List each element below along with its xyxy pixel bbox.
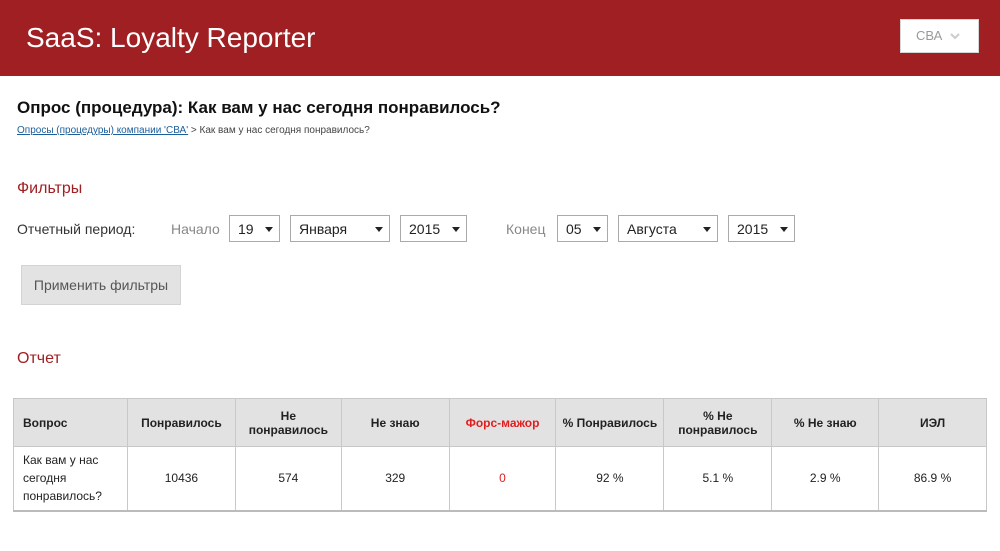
dropdown-arrow-icon — [703, 227, 711, 232]
cell-question: Как вам у нас сегодня понравилось? — [13, 446, 128, 511]
end-day-select[interactable]: 05 — [557, 215, 608, 242]
breadcrumb-separator: > — [188, 125, 200, 136]
cell-iel: 86.9 % — [878, 446, 987, 511]
column-header-pct-dont-know: % Не знаю — [771, 398, 880, 447]
start-year-value: 2015 — [409, 221, 441, 237]
filters-title: Фильтры — [17, 180, 83, 197]
start-day-value: 19 — [238, 221, 254, 237]
column-header-disliked: Не понравилось — [234, 398, 342, 447]
cell-liked: 10436 — [126, 446, 236, 511]
column-header-pct-disliked: % Не понравилось — [663, 398, 773, 447]
top-bar: SaaS: Loyalty Reporter СВА — [0, 0, 1000, 76]
report-title: Отчет — [17, 350, 61, 367]
cell-pct-dont-know: 2.9 % — [771, 446, 880, 511]
cell-pct-liked: 92 % — [555, 446, 665, 511]
start-month-value: Января — [299, 221, 348, 237]
period-label: Отчетный период: — [17, 221, 136, 237]
breadcrumb: Опросы (процедуры) компании 'СВА' > Как … — [17, 125, 370, 136]
apply-filters-button[interactable]: Применить фильтры — [21, 265, 181, 305]
cell-dont-know: 329 — [340, 446, 450, 511]
column-header-force-majeure: Форс-мажор — [448, 398, 557, 447]
end-year-select[interactable]: 2015 — [728, 215, 795, 242]
start-month-select[interactable]: Января — [290, 215, 390, 242]
breadcrumb-link-surveys[interactable]: Опросы (процедуры) компании 'СВА' — [17, 125, 188, 136]
dropdown-arrow-icon — [452, 227, 460, 232]
end-year-value: 2015 — [737, 221, 769, 237]
end-label: Конец — [506, 221, 546, 237]
start-label: Начало — [171, 221, 220, 237]
report-table: Вопрос Понравилось Не понравилось Не зна… — [13, 398, 987, 512]
dropdown-arrow-icon — [593, 227, 601, 232]
column-header-dont-know: Не знаю — [340, 398, 450, 447]
table-row: Как вам у нас сегодня понравилось? 10436… — [13, 446, 987, 511]
dropdown-arrow-icon — [375, 227, 383, 232]
cell-disliked: 574 — [234, 446, 342, 511]
dropdown-arrow-icon — [265, 227, 273, 232]
table-header-row: Вопрос Понравилось Не понравилось Не зна… — [13, 398, 987, 447]
column-header-pct-liked: % Понравилось — [555, 398, 665, 447]
end-month-select[interactable]: Августа — [618, 215, 718, 242]
company-select-value: СВА — [916, 28, 943, 43]
cell-force-majeure: 0 — [448, 446, 557, 511]
start-day-select[interactable]: 19 — [229, 215, 280, 242]
app-title: SaaS: Loyalty Reporter — [26, 22, 316, 53]
page-title: Опрос (процедура): Как вам у нас сегодня… — [17, 98, 501, 117]
end-month-value: Августа — [627, 221, 677, 237]
end-day-value: 05 — [566, 221, 582, 237]
company-select[interactable]: СВА — [900, 19, 979, 53]
column-header-liked: Понравилось — [126, 398, 236, 447]
column-header-question: Вопрос — [13, 398, 128, 447]
cell-pct-disliked: 5.1 % — [663, 446, 773, 511]
dropdown-arrow-icon — [780, 227, 788, 232]
breadcrumb-current: Как вам у нас сегодня понравилось? — [199, 125, 370, 136]
chevron-down-icon — [950, 33, 960, 40]
column-header-iel: ИЭЛ — [878, 398, 987, 447]
start-year-select[interactable]: 2015 — [400, 215, 467, 242]
